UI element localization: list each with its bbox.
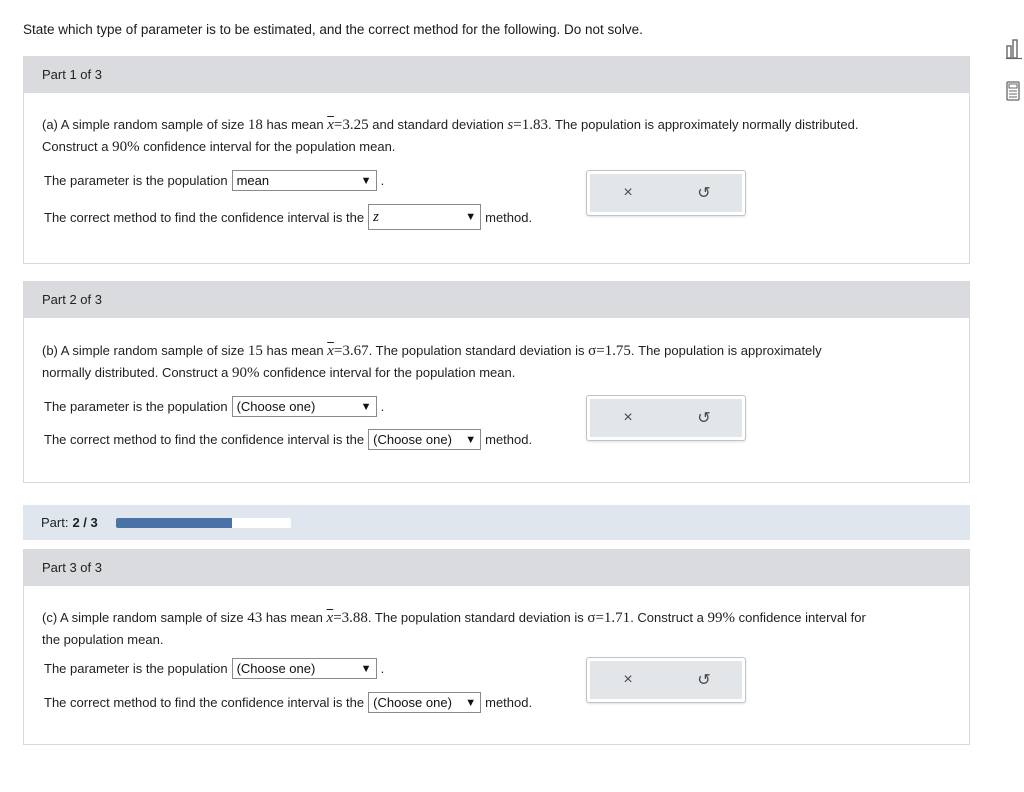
part-2-action-box: × ↺ [586, 395, 746, 441]
part-1-parameter-row: The parameter is the population mean ▼ . [44, 170, 384, 191]
dropdown-caret-icon: ▼ [465, 211, 477, 223]
part-2-header: Part 2 of 3 [24, 282, 969, 318]
part-2-problem: (b) A simple random sample of size 15 ha… [42, 343, 822, 381]
dropdown-caret-icon: ▼ [465, 433, 477, 446]
progress-bar [115, 517, 291, 528]
dropdown-caret-icon: ▼ [360, 174, 372, 187]
undo-icon[interactable]: ↺ [694, 183, 714, 203]
progress-value: 2 / 3 [72, 515, 98, 530]
dropdown-caret-icon: ▼ [360, 400, 372, 413]
part-3-problem: (c) A simple random sample of size 43 ha… [42, 610, 866, 647]
progress-label: Part: [41, 515, 69, 530]
dropdown-caret-icon: ▼ [360, 662, 372, 675]
parameter-label: The parameter is the population [44, 661, 228, 676]
instructions: State which type of parameter is to be e… [23, 22, 643, 37]
part-3-parameter-row: The parameter is the population (Choose … [44, 658, 384, 679]
part-1-panel: Part 1 of 3 (a) A simple random sample o… [23, 56, 970, 264]
part-1-header: Part 1 of 3 [24, 57, 969, 93]
bar-chart-icon[interactable] [1006, 38, 1022, 60]
parameter-select[interactable]: (Choose one) ▼ [231, 396, 377, 417]
method-label: The correct method to find the confidenc… [44, 695, 365, 710]
part-1-action-box: × ↺ [586, 170, 746, 216]
part-3-method-row: The correct method to find the confidenc… [44, 692, 532, 713]
parameter-label: The parameter is the population [44, 173, 228, 188]
parameter-select[interactable]: (Choose one) ▼ [231, 658, 377, 679]
part-1-problem: (a) A simple random sample of size 18 ha… [42, 117, 859, 155]
method-select[interactable]: (Choose one) ▼ [368, 429, 482, 450]
side-toolbar [1006, 38, 1024, 122]
parameter-label: The parameter is the population [44, 399, 228, 414]
part-1-method-row: The correct method to find the confidenc… [44, 204, 532, 230]
part-progress: Part: 2 / 3 [23, 505, 970, 540]
undo-icon[interactable]: ↺ [694, 408, 714, 428]
clear-icon[interactable]: × [618, 408, 638, 428]
part-3-header: Part 3 of 3 [24, 550, 969, 586]
method-label: The correct method to find the confidenc… [44, 432, 365, 447]
calculator-icon[interactable] [1006, 80, 1020, 102]
part-2-method-row: The correct method to find the confidenc… [44, 429, 532, 450]
part-2-panel: Part 2 of 3 (b) A simple random sample o… [23, 281, 970, 483]
method-select[interactable]: z ▼ [368, 204, 482, 230]
undo-icon[interactable]: ↺ [694, 670, 714, 690]
clear-icon[interactable]: × [618, 183, 638, 203]
dropdown-caret-icon: ▼ [465, 696, 477, 709]
clear-icon[interactable]: × [618, 670, 638, 690]
progress-bar-fill [115, 517, 233, 528]
parameter-select[interactable]: mean ▼ [231, 170, 377, 191]
method-label: The correct method to find the confidenc… [44, 209, 365, 225]
part-2-parameter-row: The parameter is the population (Choose … [44, 396, 384, 417]
part-3-action-box: × ↺ [586, 657, 746, 703]
method-select[interactable]: (Choose one) ▼ [368, 692, 482, 713]
part-3-panel: Part 3 of 3 (c) A simple random sample o… [23, 549, 970, 745]
